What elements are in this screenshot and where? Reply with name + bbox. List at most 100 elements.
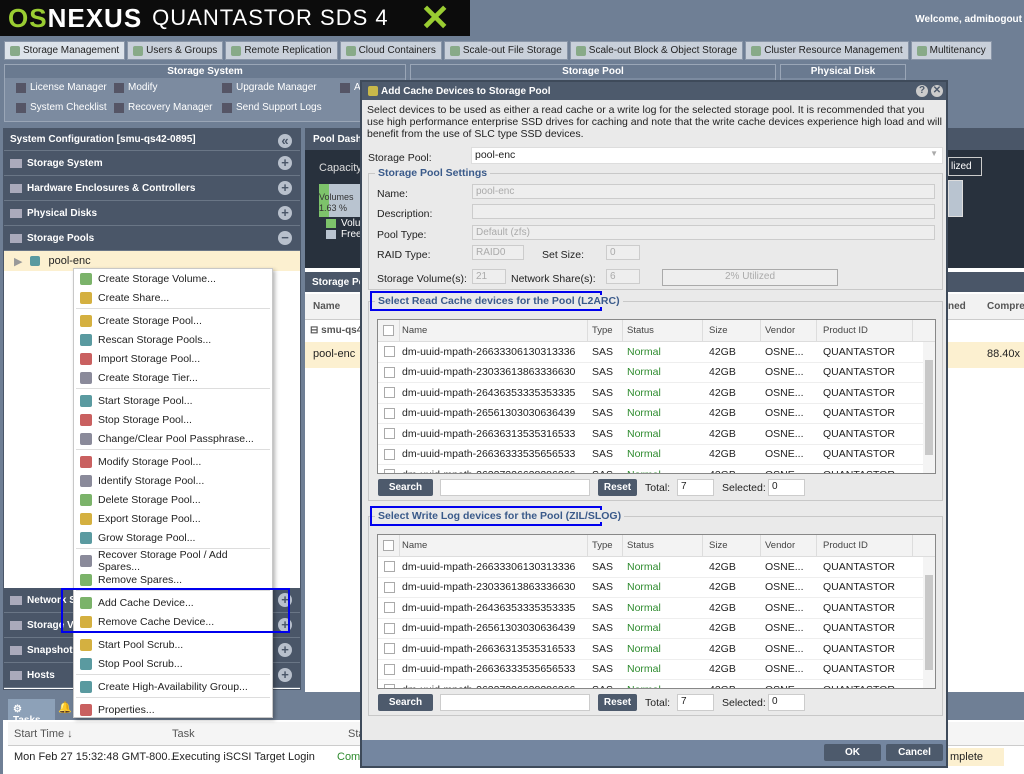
checkbox[interactable] [383,407,395,419]
menu-item-create-high-availability-group[interactable]: Create High-Availability Group... [74,677,272,696]
logout-link[interactable]: Logout [988,14,1022,25]
menu-item-stop-storage-pool[interactable]: Stop Storage Pool... [74,410,272,429]
device-row[interactable]: dm-uuid-mpath-26636333535656533 SAS Normal… [378,660,935,680]
col-start-time[interactable]: Start Time ↓ [14,728,73,740]
toolbar-send-support-logs[interactable]: Send Support Logs [222,102,322,113]
menu-item-stop-pool-scrub[interactable]: Stop Pool Scrub... [74,654,272,673]
col-product-id[interactable]: Product ID [817,320,913,341]
checkbox[interactable] [383,581,395,593]
collapse-icon[interactable]: − [278,231,292,245]
collapse-icon[interactable]: « [278,134,292,148]
write-search-button[interactable]: Search [378,694,433,711]
row-checkbox[interactable] [378,346,400,358]
toolbar-upgrade-manager[interactable]: Upgrade Manager [222,82,317,93]
menu-item-start-pool-scrub[interactable]: Start Pool Scrub... [74,635,272,654]
checkbox[interactable] [383,663,395,675]
toolbar-recovery-manager[interactable]: Recovery Manager [114,102,212,113]
col-name[interactable]: Name [400,535,588,556]
row-checkbox[interactable] [378,448,400,460]
row-checkbox[interactable] [378,663,400,675]
device-row[interactable]: dm-uuid-mpath-26636333535656533 SAS Normal… [378,445,935,465]
col-size[interactable]: Size [703,320,761,341]
select-all-checkbox[interactable] [378,320,400,341]
checkbox[interactable] [383,602,395,614]
menu-item-properties[interactable]: Properties... [74,700,272,719]
menu-item-create-storage-volume[interactable]: Create Storage Volume... [74,269,272,288]
menu-item-import-storage-pool[interactable]: Import Storage Pool... [74,349,272,368]
row-checkbox[interactable] [378,602,400,614]
checkbox[interactable] [383,325,394,336]
ok-button[interactable]: OK [824,744,881,761]
checkbox[interactable] [383,684,395,688]
checkbox[interactable] [383,346,395,358]
expand-icon[interactable]: + [278,181,292,195]
tab-cluster-resource-management[interactable]: Cluster Resource Management [745,41,909,60]
device-row[interactable]: dm-uuid-mpath-26636313535316533 SAS Normal… [378,424,935,445]
device-row[interactable]: dm-uuid-mpath-26636313535316533 SAS Normal… [378,639,935,660]
tab-remote-replication[interactable]: Remote Replication [225,41,338,60]
expand-arrow-icon[interactable]: ▶ [14,255,22,268]
device-row[interactable]: dm-uuid-mpath-26227226628286266SASNormal… [378,680,935,688]
row-checkbox[interactable] [378,622,400,634]
menu-item-modify-storage-pool[interactable]: Modify Storage Pool... [74,452,272,471]
device-row[interactable]: dm-uuid-mpath-26561303030636439 SAS Normal… [378,404,935,424]
storage-pool-select[interactable]: pool-enc ▼ [471,147,943,164]
row-checkbox[interactable] [378,561,400,573]
device-row[interactable]: dm-uuid-mpath-26436353335353335 SAS Normal… [378,383,935,404]
write-search-input[interactable] [440,694,590,711]
expand-icon[interactable]: + [278,668,292,682]
row-checkbox[interactable] [378,366,400,378]
expand-icon[interactable]: + [278,156,292,170]
read-reset-button[interactable]: Reset [598,479,637,496]
checkbox[interactable] [383,366,395,378]
device-row[interactable]: dm-uuid-mpath-26633306130313336 SAS Normal… [378,557,935,578]
section-physical-disks[interactable]: Physical Disks + [4,201,300,226]
col-size[interactable]: Size [703,535,761,556]
menu-item-create-storage-pool[interactable]: Create Storage Pool... [74,311,272,330]
tab-scale-out-block-object-storage[interactable]: Scale-out Block & Object Storage [569,41,744,60]
toolbar-license-manager[interactable]: License Manager [16,82,107,93]
menu-item-create-share[interactable]: Create Share... [74,288,272,307]
checkbox[interactable] [383,540,394,551]
row-checkbox[interactable] [378,469,400,473]
scrollbar[interactable] [923,342,935,473]
device-row[interactable]: dm-uuid-mpath-26227226628286266SASNormal… [378,465,935,473]
checkbox[interactable] [383,387,395,399]
col-type[interactable]: Type [588,535,623,556]
menu-item-rescan-storage-pools[interactable]: Rescan Storage Pools... [74,330,272,349]
expand-icon[interactable]: + [278,206,292,220]
chevron-down-icon[interactable]: ▼ [930,149,938,158]
menu-item-remove-spares[interactable]: Remove Spares... [74,570,272,589]
menu-item-identify-storage-pool[interactable]: Identify Storage Pool... [74,471,272,490]
tab-multitenancy[interactable]: Multitenancy [910,41,992,60]
scrollbar-thumb[interactable] [925,360,933,455]
row-checkbox[interactable] [378,643,400,655]
toolbar-system-checklist[interactable]: System Checklist [16,102,107,113]
dialog-titlebar[interactable]: Add Cache Devices to Storage Pool ? ✕ [362,82,946,100]
tab-storage-management[interactable]: Storage Management [4,41,126,60]
help-icon[interactable]: ? [916,85,928,97]
col-name[interactable]: Name [400,320,588,341]
read-search-button[interactable]: Search [378,479,433,496]
tab-cloud-containers[interactable]: Cloud Containers [339,41,442,60]
scrollbar[interactable] [923,557,935,688]
alerts-bell-icon[interactable]: 🔔 [58,701,72,714]
menu-item-create-storage-tier[interactable]: Create Storage Tier... [74,368,272,387]
row-checkbox[interactable] [378,407,400,419]
row-checkbox[interactable] [378,581,400,593]
checkbox[interactable] [383,643,395,655]
col-vendor[interactable]: Vendor [761,320,817,341]
tasks-tab[interactable]: ⚙ Tasks [8,699,55,726]
device-row[interactable]: dm-uuid-mpath-23033613863336630 SAS Normal… [378,578,935,598]
col-compression[interactable]: Compres [987,301,1024,312]
menu-item-export-storage-pool[interactable]: Export Storage Pool... [74,509,272,528]
col-provisioned[interactable]: ned [948,301,966,312]
write-reset-button[interactable]: Reset [598,694,637,711]
col-task[interactable]: Task [172,728,195,740]
menu-item-start-storage-pool[interactable]: Start Storage Pool... [74,391,272,410]
col-name[interactable]: Name [313,301,340,312]
select-all-checkbox[interactable] [378,535,400,556]
row-checkbox[interactable] [378,684,400,688]
menu-item-recover-storage-pool-add-spares[interactable]: Recover Storage Pool / Add Spares... [74,549,272,573]
checkbox[interactable] [383,469,395,473]
